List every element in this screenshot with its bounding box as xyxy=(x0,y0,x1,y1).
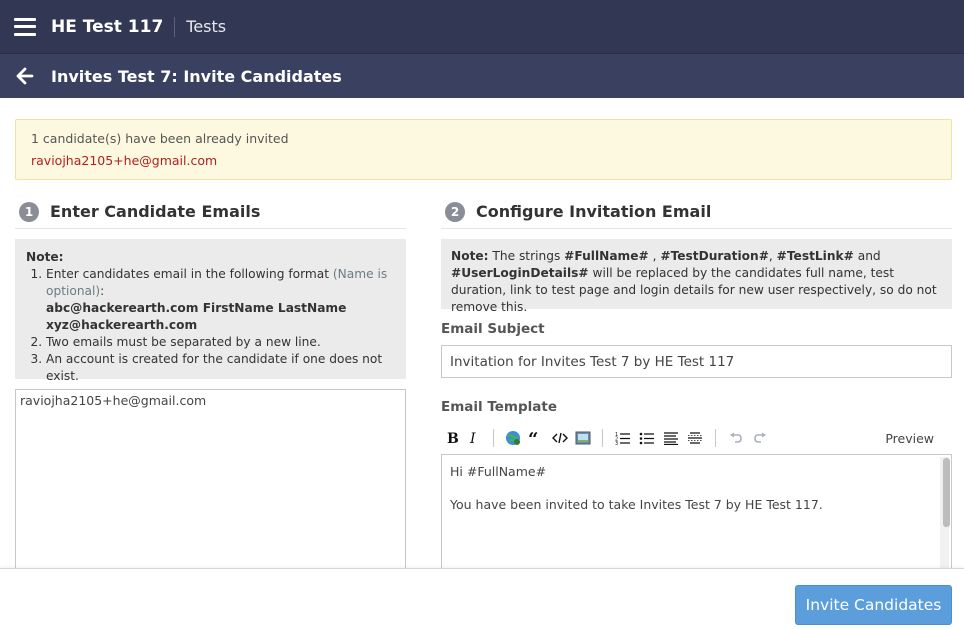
page-title: Invites Test 7: Invite Candidates xyxy=(51,66,342,86)
svg-text:B: B xyxy=(447,431,459,445)
template-line: You have been invited to take Invites Te… xyxy=(450,497,823,512)
bold-icon[interactable]: B xyxy=(441,427,463,449)
top-navbar: HE Test 117 Tests xyxy=(0,0,964,54)
note-label: Note: xyxy=(26,250,64,264)
editor-scrollbar-thumb[interactable] xyxy=(943,458,950,527)
link-icon[interactable] xyxy=(502,427,524,449)
candidate-emails-textarea[interactable]: raviojha2105+he@gmail.com xyxy=(15,389,406,579)
redo-icon[interactable] xyxy=(748,427,772,449)
email-subject-label: Email Subject xyxy=(441,321,545,337)
footer-bar: Invite Candidates xyxy=(0,568,964,629)
align-icon[interactable] xyxy=(659,427,683,449)
section-title: Enter Candidate Emails xyxy=(50,202,261,221)
already-invited-alert: 1 candidate(s) have been already invited… xyxy=(15,119,952,180)
toolbar-divider xyxy=(493,429,494,447)
invited-email: raviojha2105+he@gmail.com xyxy=(31,153,218,168)
menu-icon[interactable] xyxy=(14,17,36,36)
horizontal-rule-icon[interactable] xyxy=(683,427,707,449)
note-item: Two emails must be separated by a new li… xyxy=(46,334,395,351)
toolbar-divider xyxy=(602,429,603,447)
page-header: Invites Test 7: Invite Candidates xyxy=(0,54,964,98)
invite-candidates-button[interactable]: Invite Candidates xyxy=(795,585,952,625)
email-template-editor[interactable]: Hi #FullName# You have been invited to t… xyxy=(441,454,952,574)
configure-email-header: 2 Configure Invitation Email xyxy=(441,199,952,229)
app-title[interactable]: HE Test 117 xyxy=(51,17,163,37)
preview-button[interactable]: Preview xyxy=(885,431,934,446)
back-arrow-icon[interactable] xyxy=(16,67,34,85)
enter-emails-header: 1 Enter Candidate Emails xyxy=(15,199,406,229)
quote-icon[interactable]: “ xyxy=(524,427,548,449)
placeholder-token: #UserLoginDetails# xyxy=(451,266,589,280)
note-label: Note: xyxy=(451,249,489,263)
email-template-label: Email Template xyxy=(441,399,558,415)
email-subject-input[interactable] xyxy=(441,345,952,378)
svg-text:“: “ xyxy=(528,431,538,445)
placeholder-token: #TestDuration# xyxy=(660,249,769,263)
placeholder-note: Note: The strings #FullName# , #TestDura… xyxy=(441,239,952,314)
placeholder-token: #FullName# xyxy=(564,249,649,263)
email-format-note: Note: Enter candidates email in the foll… xyxy=(15,239,406,383)
note-list: Enter candidates email in the following … xyxy=(46,266,395,385)
step-number-badge: 2 xyxy=(445,202,465,222)
ordered-list-icon[interactable]: 123 xyxy=(611,427,635,449)
note-item: An account is created for the candidate … xyxy=(46,351,395,385)
step-number-badge: 1 xyxy=(19,202,39,222)
toolbar-divider xyxy=(715,429,716,447)
unordered-list-icon[interactable] xyxy=(635,427,659,449)
title-divider xyxy=(174,16,176,37)
editor-toolbar: B I “ 123 Preview xyxy=(441,426,952,450)
code-icon[interactable] xyxy=(548,427,572,449)
undo-icon[interactable] xyxy=(724,427,748,449)
italic-icon[interactable]: I xyxy=(463,427,485,449)
template-line: Hi #FullName# xyxy=(450,464,547,479)
tests-link[interactable]: Tests xyxy=(186,17,226,36)
note-item: Enter candidates email in the following … xyxy=(46,266,395,334)
svg-text:3: 3 xyxy=(615,441,618,445)
section-title: Configure Invitation Email xyxy=(476,202,712,221)
format-example: abc@hackerearth.com FirstName LastName xyxy=(46,301,347,315)
format-example: xyz@hackerearth.com xyxy=(46,318,198,332)
image-icon[interactable] xyxy=(572,427,594,449)
placeholder-token: #TestLink# xyxy=(776,249,854,263)
alert-message: 1 candidate(s) have been already invited xyxy=(31,131,289,146)
svg-text:I: I xyxy=(469,431,476,445)
